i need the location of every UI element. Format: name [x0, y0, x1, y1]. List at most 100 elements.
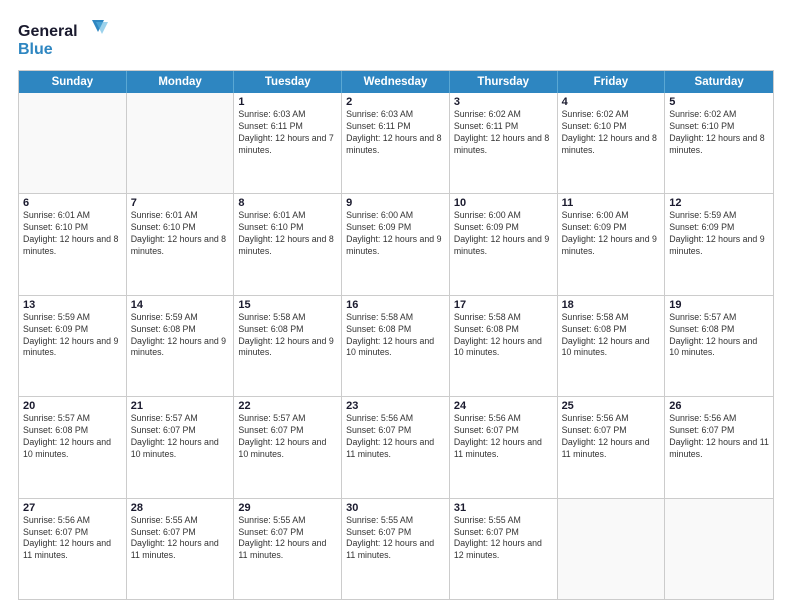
cell-info: Sunrise: 6:00 AM Sunset: 6:09 PM Dayligh…	[346, 210, 445, 258]
calendar-cell: 29Sunrise: 5:55 AM Sunset: 6:07 PM Dayli…	[234, 499, 342, 599]
cell-info: Sunrise: 5:56 AM Sunset: 6:07 PM Dayligh…	[562, 413, 661, 461]
calendar-cell: 16Sunrise: 5:58 AM Sunset: 6:08 PM Dayli…	[342, 296, 450, 396]
calendar-cell: 23Sunrise: 5:56 AM Sunset: 6:07 PM Dayli…	[342, 397, 450, 497]
day-number: 11	[562, 197, 661, 209]
calendar-cell: 22Sunrise: 5:57 AM Sunset: 6:07 PM Dayli…	[234, 397, 342, 497]
calendar-cell: 28Sunrise: 5:55 AM Sunset: 6:07 PM Dayli…	[127, 499, 235, 599]
cell-info: Sunrise: 6:02 AM Sunset: 6:10 PM Dayligh…	[669, 109, 769, 157]
cell-info: Sunrise: 5:56 AM Sunset: 6:07 PM Dayligh…	[669, 413, 769, 461]
calendar-cell: 8Sunrise: 6:01 AM Sunset: 6:10 PM Daylig…	[234, 194, 342, 294]
cell-info: Sunrise: 6:02 AM Sunset: 6:11 PM Dayligh…	[454, 109, 553, 157]
cell-info: Sunrise: 5:59 AM Sunset: 6:09 PM Dayligh…	[669, 210, 769, 258]
day-number: 10	[454, 197, 553, 209]
day-number: 4	[562, 96, 661, 108]
logo: General Blue	[18, 18, 108, 60]
day-number: 6	[23, 197, 122, 209]
calendar-cell: 17Sunrise: 5:58 AM Sunset: 6:08 PM Dayli…	[450, 296, 558, 396]
calendar-cell: 15Sunrise: 5:58 AM Sunset: 6:08 PM Dayli…	[234, 296, 342, 396]
day-number: 18	[562, 299, 661, 311]
day-number: 25	[562, 400, 661, 412]
cell-info: Sunrise: 6:01 AM Sunset: 6:10 PM Dayligh…	[131, 210, 230, 258]
cell-info: Sunrise: 5:55 AM Sunset: 6:07 PM Dayligh…	[238, 515, 337, 563]
cell-info: Sunrise: 5:56 AM Sunset: 6:07 PM Dayligh…	[23, 515, 122, 563]
cell-info: Sunrise: 6:00 AM Sunset: 6:09 PM Dayligh…	[562, 210, 661, 258]
cell-info: Sunrise: 5:55 AM Sunset: 6:07 PM Dayligh…	[131, 515, 230, 563]
calendar-body: 1Sunrise: 6:03 AM Sunset: 6:11 PM Daylig…	[19, 93, 773, 599]
cell-info: Sunrise: 5:57 AM Sunset: 6:07 PM Dayligh…	[238, 413, 337, 461]
cell-info: Sunrise: 5:57 AM Sunset: 6:08 PM Dayligh…	[23, 413, 122, 461]
day-number: 29	[238, 502, 337, 514]
weekday-header: Saturday	[665, 71, 773, 93]
calendar-cell	[127, 93, 235, 193]
weekday-header: Wednesday	[342, 71, 450, 93]
logo-svg: General Blue	[18, 18, 108, 60]
calendar-cell: 27Sunrise: 5:56 AM Sunset: 6:07 PM Dayli…	[19, 499, 127, 599]
day-number: 16	[346, 299, 445, 311]
calendar-cell: 25Sunrise: 5:56 AM Sunset: 6:07 PM Dayli…	[558, 397, 666, 497]
calendar-cell: 14Sunrise: 5:59 AM Sunset: 6:08 PM Dayli…	[127, 296, 235, 396]
calendar-cell: 4Sunrise: 6:02 AM Sunset: 6:10 PM Daylig…	[558, 93, 666, 193]
day-number: 30	[346, 502, 445, 514]
calendar-cell: 18Sunrise: 5:58 AM Sunset: 6:08 PM Dayli…	[558, 296, 666, 396]
cell-info: Sunrise: 5:59 AM Sunset: 6:08 PM Dayligh…	[131, 312, 230, 360]
calendar-row: 1Sunrise: 6:03 AM Sunset: 6:11 PM Daylig…	[19, 93, 773, 193]
cell-info: Sunrise: 6:00 AM Sunset: 6:09 PM Dayligh…	[454, 210, 553, 258]
cell-info: Sunrise: 5:56 AM Sunset: 6:07 PM Dayligh…	[454, 413, 553, 461]
cell-info: Sunrise: 5:59 AM Sunset: 6:09 PM Dayligh…	[23, 312, 122, 360]
calendar-cell: 20Sunrise: 5:57 AM Sunset: 6:08 PM Dayli…	[19, 397, 127, 497]
calendar-cell	[665, 499, 773, 599]
calendar-cell: 19Sunrise: 5:57 AM Sunset: 6:08 PM Dayli…	[665, 296, 773, 396]
cell-info: Sunrise: 5:57 AM Sunset: 6:08 PM Dayligh…	[669, 312, 769, 360]
cell-info: Sunrise: 5:55 AM Sunset: 6:07 PM Dayligh…	[454, 515, 553, 563]
cell-info: Sunrise: 6:03 AM Sunset: 6:11 PM Dayligh…	[238, 109, 337, 157]
calendar-cell: 5Sunrise: 6:02 AM Sunset: 6:10 PM Daylig…	[665, 93, 773, 193]
weekday-header: Thursday	[450, 71, 558, 93]
calendar-row: 6Sunrise: 6:01 AM Sunset: 6:10 PM Daylig…	[19, 193, 773, 294]
day-number: 24	[454, 400, 553, 412]
day-number: 12	[669, 197, 769, 209]
calendar-row: 27Sunrise: 5:56 AM Sunset: 6:07 PM Dayli…	[19, 498, 773, 599]
day-number: 21	[131, 400, 230, 412]
day-number: 20	[23, 400, 122, 412]
weekday-header: Monday	[127, 71, 235, 93]
weekday-header: Friday	[558, 71, 666, 93]
day-number: 2	[346, 96, 445, 108]
day-number: 22	[238, 400, 337, 412]
calendar-cell	[19, 93, 127, 193]
calendar-cell: 11Sunrise: 6:00 AM Sunset: 6:09 PM Dayli…	[558, 194, 666, 294]
cell-info: Sunrise: 5:58 AM Sunset: 6:08 PM Dayligh…	[346, 312, 445, 360]
day-number: 28	[131, 502, 230, 514]
calendar-cell: 26Sunrise: 5:56 AM Sunset: 6:07 PM Dayli…	[665, 397, 773, 497]
calendar: SundayMondayTuesdayWednesdayThursdayFrid…	[18, 70, 774, 600]
calendar-cell: 21Sunrise: 5:57 AM Sunset: 6:07 PM Dayli…	[127, 397, 235, 497]
weekday-header: Tuesday	[234, 71, 342, 93]
cell-info: Sunrise: 5:56 AM Sunset: 6:07 PM Dayligh…	[346, 413, 445, 461]
cell-info: Sunrise: 6:03 AM Sunset: 6:11 PM Dayligh…	[346, 109, 445, 157]
day-number: 26	[669, 400, 769, 412]
calendar-cell: 2Sunrise: 6:03 AM Sunset: 6:11 PM Daylig…	[342, 93, 450, 193]
cell-info: Sunrise: 5:55 AM Sunset: 6:07 PM Dayligh…	[346, 515, 445, 563]
day-number: 19	[669, 299, 769, 311]
cell-info: Sunrise: 5:58 AM Sunset: 6:08 PM Dayligh…	[562, 312, 661, 360]
day-number: 14	[131, 299, 230, 311]
calendar-cell: 30Sunrise: 5:55 AM Sunset: 6:07 PM Dayli…	[342, 499, 450, 599]
calendar-cell: 3Sunrise: 6:02 AM Sunset: 6:11 PM Daylig…	[450, 93, 558, 193]
cell-info: Sunrise: 6:02 AM Sunset: 6:10 PM Dayligh…	[562, 109, 661, 157]
svg-text:Blue: Blue	[18, 41, 53, 58]
calendar-cell: 24Sunrise: 5:56 AM Sunset: 6:07 PM Dayli…	[450, 397, 558, 497]
cell-info: Sunrise: 6:01 AM Sunset: 6:10 PM Dayligh…	[238, 210, 337, 258]
day-number: 17	[454, 299, 553, 311]
calendar-cell	[558, 499, 666, 599]
calendar-header: SundayMondayTuesdayWednesdayThursdayFrid…	[19, 71, 773, 93]
calendar-cell: 6Sunrise: 6:01 AM Sunset: 6:10 PM Daylig…	[19, 194, 127, 294]
calendar-cell: 7Sunrise: 6:01 AM Sunset: 6:10 PM Daylig…	[127, 194, 235, 294]
day-number: 31	[454, 502, 553, 514]
cell-info: Sunrise: 6:01 AM Sunset: 6:10 PM Dayligh…	[23, 210, 122, 258]
calendar-cell: 12Sunrise: 5:59 AM Sunset: 6:09 PM Dayli…	[665, 194, 773, 294]
svg-text:General: General	[18, 23, 78, 40]
calendar-cell: 1Sunrise: 6:03 AM Sunset: 6:11 PM Daylig…	[234, 93, 342, 193]
calendar-cell: 31Sunrise: 5:55 AM Sunset: 6:07 PM Dayli…	[450, 499, 558, 599]
cell-info: Sunrise: 5:58 AM Sunset: 6:08 PM Dayligh…	[454, 312, 553, 360]
day-number: 3	[454, 96, 553, 108]
day-number: 15	[238, 299, 337, 311]
